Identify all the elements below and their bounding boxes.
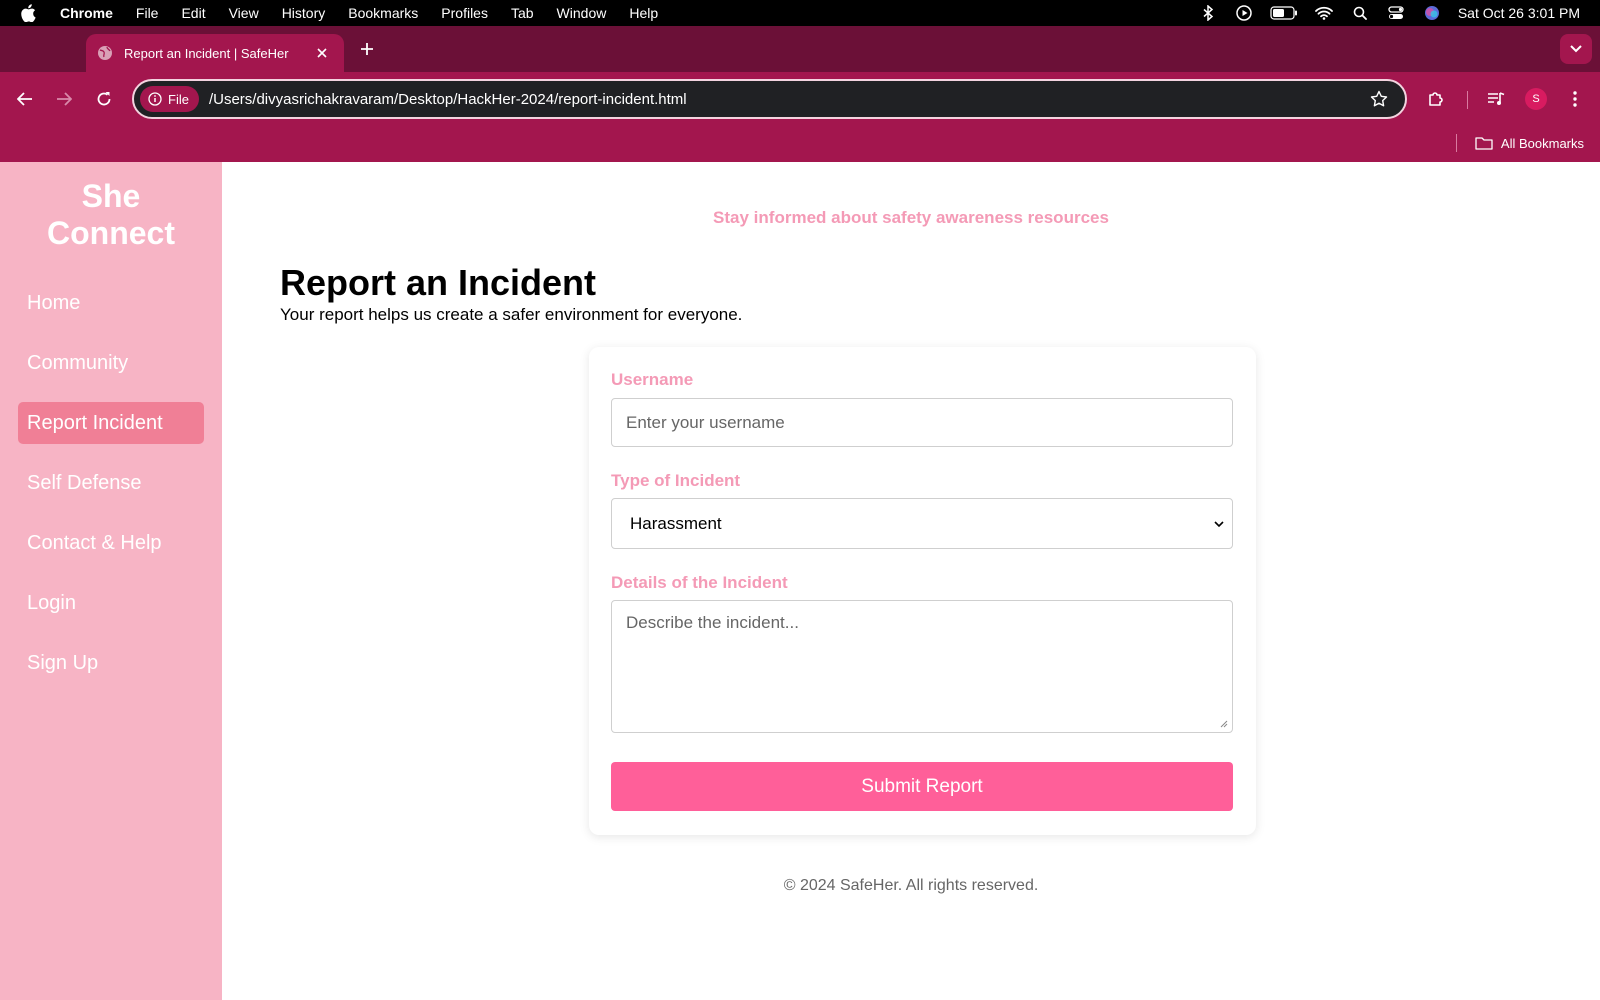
- web-page: She Connect Home Community Report Incide…: [0, 162, 1600, 1000]
- back-arrow-icon[interactable]: [10, 84, 40, 114]
- username-input[interactable]: [611, 398, 1233, 447]
- macos-menu-bar: Chrome File Edit View History Bookmarks …: [0, 0, 1600, 26]
- username-label: Username: [611, 370, 694, 389]
- all-bookmarks-label: All Bookmarks: [1500, 135, 1584, 151]
- media-controls-icon[interactable]: [1482, 84, 1510, 114]
- main-content: Stay informed about safety awareness res…: [222, 162, 1600, 1000]
- menu-file[interactable]: File: [136, 5, 159, 21]
- forward-arrow-icon[interactable]: [49, 84, 79, 114]
- bookmarks-separator: [1455, 134, 1457, 152]
- brand-logo-text[interactable]: She Connect: [0, 178, 222, 252]
- incident-type-label: Type of Incident: [611, 471, 741, 490]
- menu-history[interactable]: History: [282, 5, 326, 21]
- tab-title: Report an Incident | SafeHer: [124, 45, 289, 61]
- spotlight-search-icon[interactable]: [1350, 5, 1370, 21]
- browser-tab-active[interactable]: Report an Incident | SafeHer: [86, 34, 344, 72]
- report-form-card: Username Type of Incident Harassment Det…: [589, 347, 1256, 835]
- menu-profiles[interactable]: Profiles: [441, 5, 488, 21]
- reload-icon[interactable]: [89, 84, 119, 114]
- sidebar-item-community[interactable]: Community: [18, 342, 204, 384]
- sidebar-item-contact-help[interactable]: Contact & Help: [18, 522, 204, 564]
- apple-menu-icon[interactable]: [20, 4, 40, 22]
- sidebar-item-sign-up[interactable]: Sign Up: [18, 642, 204, 684]
- browser-toolbar: File /Users/divyasrichakravaram/Desktop/…: [0, 72, 1600, 162]
- menu-window[interactable]: Window: [557, 5, 607, 21]
- sidebar-item-login[interactable]: Login: [18, 582, 204, 624]
- bluetooth-icon[interactable]: [1198, 5, 1218, 21]
- new-tab-plus-icon[interactable]: [356, 38, 378, 60]
- info-icon: [148, 92, 162, 106]
- submit-report-button[interactable]: Submit Report: [611, 762, 1233, 811]
- extensions-puzzle-icon[interactable]: [1422, 84, 1450, 114]
- toolbar-separator: [1467, 91, 1468, 109]
- profile-avatar[interactable]: S: [1522, 84, 1550, 114]
- chevron-down-icon: [1214, 521, 1224, 528]
- battery-icon[interactable]: [1270, 5, 1298, 21]
- brand-line-2: Connect: [47, 215, 175, 251]
- menu-view[interactable]: View: [229, 5, 259, 21]
- globe-favicon-icon: [97, 45, 113, 61]
- sidebar-item-home[interactable]: Home: [18, 282, 204, 324]
- address-bar[interactable]: File /Users/divyasrichakravaram/Desktop/…: [132, 79, 1407, 119]
- menubar-clock[interactable]: Sat Oct 26 3:01 PM: [1458, 5, 1580, 21]
- sidebar-item-report-incident[interactable]: Report Incident: [18, 402, 204, 444]
- folder-icon: [1475, 137, 1493, 150]
- brand-line-1: She: [81, 178, 141, 214]
- address-url[interactable]: /Users/divyasrichakravaram/Desktop/HackH…: [209, 91, 1367, 108]
- chrome-menu-kebab-icon[interactable]: [1561, 84, 1589, 114]
- tab-search-chevron-icon[interactable]: [1560, 34, 1592, 64]
- siri-icon[interactable]: [1422, 5, 1442, 21]
- close-tab-icon[interactable]: [310, 41, 334, 65]
- page-title: Report an Incident: [280, 262, 597, 303]
- bookmark-star-icon[interactable]: [1367, 87, 1391, 111]
- incident-details-label: Details of the Incident: [611, 573, 788, 592]
- page-subtitle: Your report helps us create a safer envi…: [280, 305, 743, 324]
- site-info-chip-label: File: [168, 91, 189, 107]
- menu-app-name[interactable]: Chrome: [60, 5, 113, 21]
- all-bookmarks-button[interactable]: All Bookmarks: [1455, 131, 1584, 155]
- page-footer: © 2024 SafeHer. All rights reserved.: [783, 877, 1039, 894]
- profile-initial: S: [1525, 88, 1547, 110]
- sidebar: She Connect Home Community Report Incide…: [0, 162, 222, 1000]
- menu-bookmarks[interactable]: Bookmarks: [348, 5, 418, 21]
- resize-handle-icon[interactable]: [1218, 718, 1228, 728]
- play-circle-icon[interactable]: [1234, 5, 1254, 21]
- browser-tab-strip: Report an Incident | SafeHer: [0, 26, 1600, 72]
- awareness-banner-link[interactable]: Stay informed about safety awareness res…: [222, 208, 1600, 228]
- wifi-icon[interactable]: [1314, 5, 1334, 21]
- menu-help[interactable]: Help: [629, 5, 658, 21]
- sidebar-item-self-defense[interactable]: Self Defense: [18, 462, 204, 504]
- incident-details-textarea[interactable]: [611, 600, 1233, 733]
- incident-details-wrapper: [611, 600, 1233, 733]
- site-info-chip[interactable]: File: [140, 86, 199, 112]
- menu-tab[interactable]: Tab: [511, 5, 534, 21]
- control-center-icon[interactable]: [1386, 5, 1406, 21]
- incident-type-selected-value: Harassment: [630, 513, 722, 533]
- incident-type-select[interactable]: Harassment: [611, 498, 1233, 549]
- menu-edit[interactable]: Edit: [181, 5, 205, 21]
